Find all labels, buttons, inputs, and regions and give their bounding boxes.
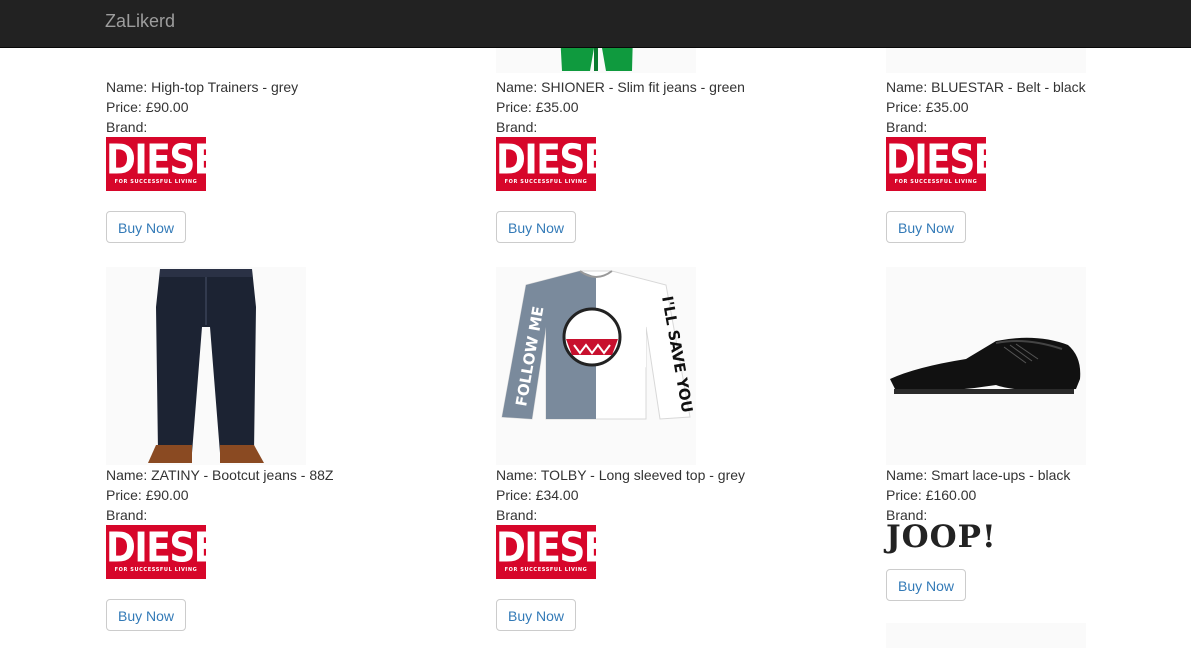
logo-tagline: FOR SUCCESSFUL LIVING [114,567,198,573]
buy-now-button[interactable]: Buy Now [496,211,576,243]
name-label: Name: [496,467,541,483]
name-label: Name: [496,79,542,95]
logo-word: DIESEL [496,136,630,184]
diesel-logo: DIESEL FOR SUCCESSFUL LIVING [106,524,240,579]
brand-label: Brand: [496,507,538,523]
name-value: Smart lace-ups - black [931,467,1071,483]
name-value: BLUESTAR - Belt - black [931,79,1086,95]
price-label: Price: [886,99,926,115]
name-label: Name: [106,467,152,483]
diesel-logo: DIESEL FOR SUCCESSFUL LIVING [106,136,240,191]
logo-tagline: FOR SUCCESSFUL LIVING [114,179,198,185]
logo-word: DIESEL [886,136,1020,184]
name-value: ZATINY - Bootcut jeans - 88Z [151,467,334,483]
buy-now-button[interactable]: Buy Now [886,569,966,601]
price-value: £34.00 [535,487,579,503]
logo-tagline: FOR SUCCESSFUL LIVING [504,567,588,573]
buy-now-button[interactable]: Buy Now [496,599,576,631]
price-label: Price: [496,99,536,115]
price-value: £160.00 [925,487,977,503]
name-label: Name: [886,467,932,483]
product-image-black-shoe[interactable] [886,267,1086,465]
product-name: Name: BLUESTAR - Belt - black [886,77,1086,97]
logo-word: DIESEL [496,524,630,572]
diesel-logo: DIESEL FOR SUCCESSFUL LIVING [496,136,630,191]
product-name: Name: TOLBY - Long sleeved top - grey [496,465,745,485]
logo-word: DIESEL [106,524,240,572]
buy-now-button[interactable]: Buy Now [886,211,966,243]
name-value: SHIONER - Slim fit jeans - green [541,79,745,95]
name-label: Name: [106,79,152,95]
logo-tagline: FOR SUCCESSFUL LIVING [504,179,588,185]
product-name: Name: Smart lace-ups - black [886,465,1070,485]
product-name: Name: ZATINY - Bootcut jeans - 88Z [106,465,333,485]
product-price: Price: £90.00 [106,97,189,117]
product-image-sleeved-top[interactable]: FOLLOW ME I'LL SAVE YOU [496,267,696,465]
brand-label: Brand: [106,119,148,135]
brand-label: Brand: [496,119,538,135]
brand-label: Brand: [106,507,148,523]
product-image-dark-jeans[interactable] [106,267,306,465]
price-value: £35.00 [925,99,969,115]
product-price: Price: £35.00 [886,97,969,117]
price-value: £90.00 [145,487,189,503]
logo-tagline: FOR SUCCESSFUL LIVING [894,179,978,185]
brand-label: Brand: [886,119,928,135]
logo-word: DIESEL [106,136,240,184]
product-price: Price: £34.00 [496,485,579,505]
price-label: Price: [496,487,536,503]
joop-logo: JOOP! [886,519,997,555]
brand-link[interactable]: ZaLikerd [105,11,175,31]
product-grid: Name: High-top Trainers - grey Price: £9… [0,0,1191,648]
diesel-logo: DIESEL FOR SUCCESSFUL LIVING [496,524,630,579]
buy-now-button[interactable]: Buy Now [106,599,186,631]
product-name: Name: High-top Trainers - grey [106,77,298,97]
product-image-next[interactable] [886,623,1086,648]
price-label: Price: [106,487,146,503]
name-value: High-top Trainers - grey [151,79,299,95]
product-name: Name: SHIONER - Slim fit jeans - green [496,77,745,97]
name-label: Name: [886,79,932,95]
diesel-logo: DIESEL FOR SUCCESSFUL LIVING [886,136,1020,191]
product-price: Price: £35.00 [496,97,579,117]
price-value: £35.00 [535,99,579,115]
product-price: Price: £160.00 [886,485,976,505]
price-value: £90.00 [145,99,189,115]
name-value: TOLBY - Long sleeved top - grey [540,467,746,483]
price-label: Price: [886,487,926,503]
price-label: Price: [106,99,146,115]
product-price: Price: £90.00 [106,485,189,505]
buy-now-button[interactable]: Buy Now [106,211,186,243]
top-navbar: ZaLikerd [0,0,1191,48]
